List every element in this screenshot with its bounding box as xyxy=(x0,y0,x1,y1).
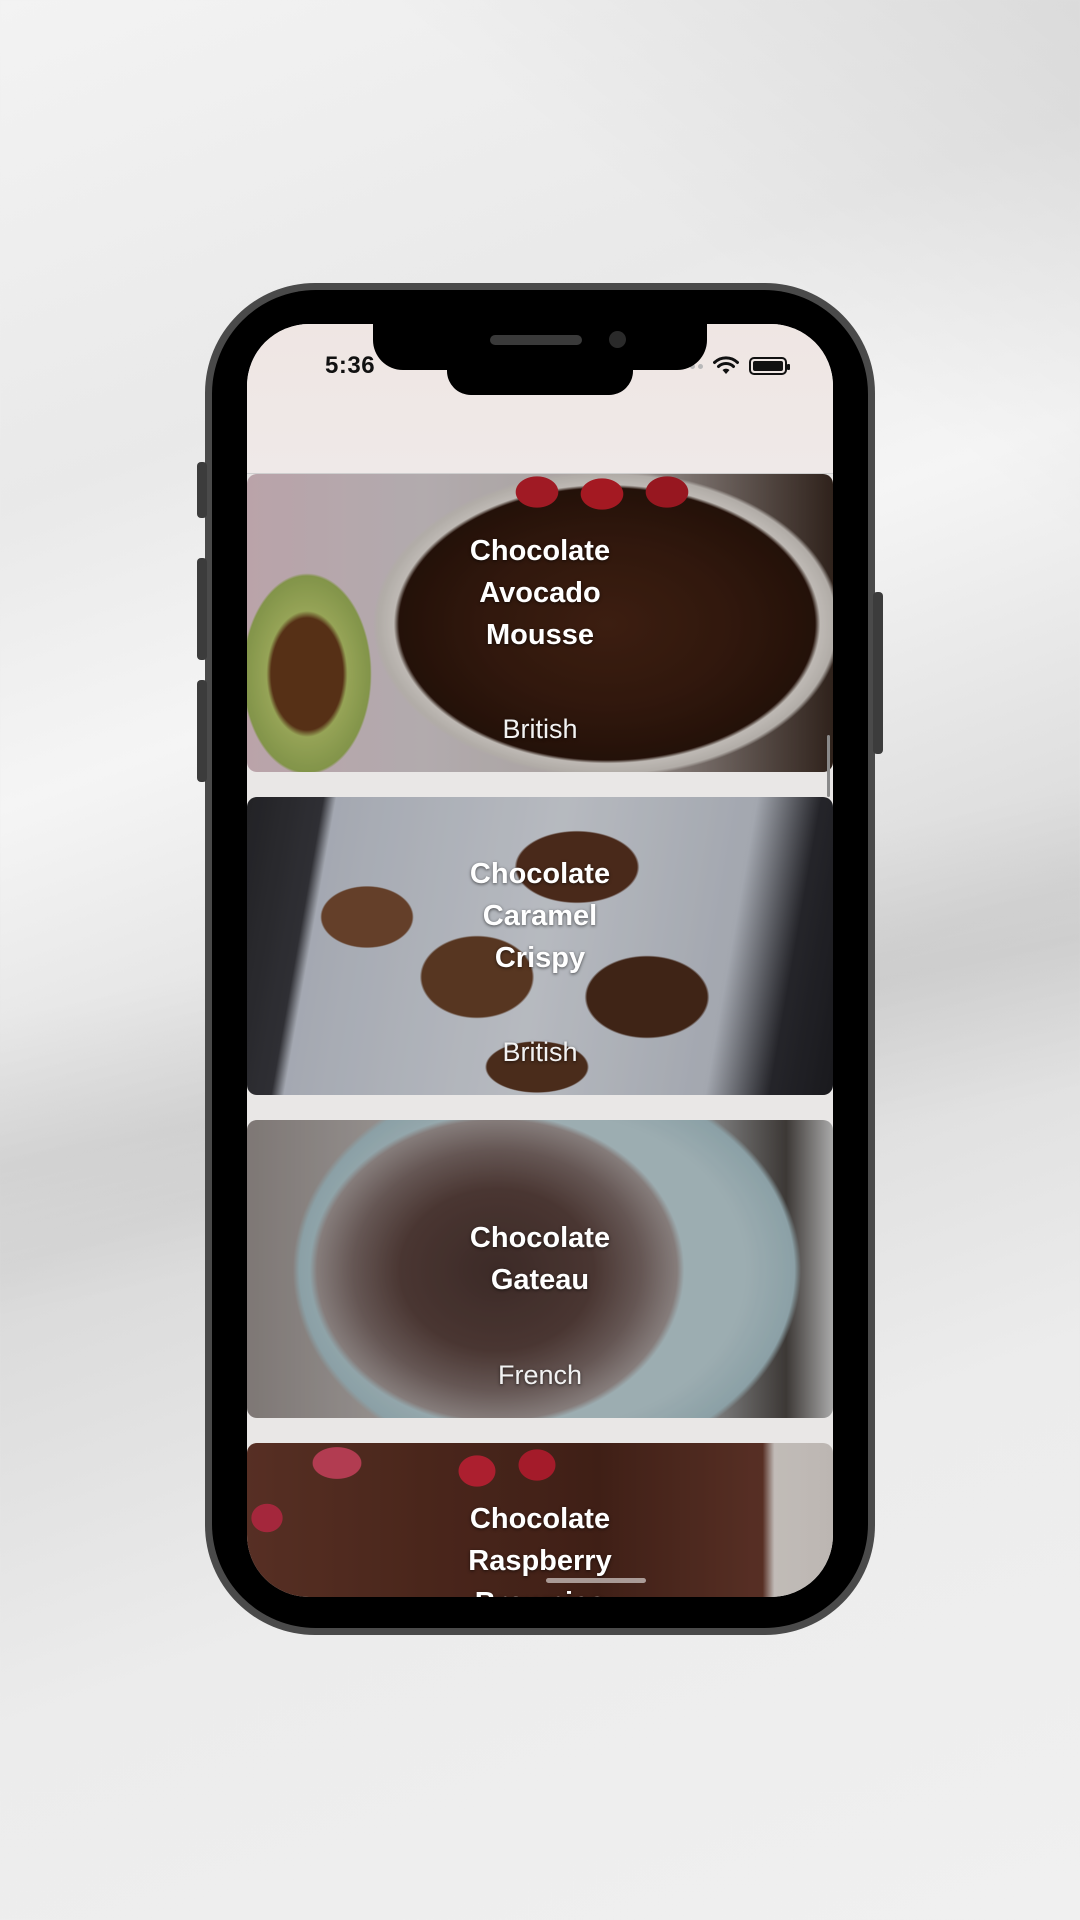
phone-screen: 5:36 Chocolate Avocado Mousse British Ch… xyxy=(247,324,833,1597)
speaker-grille xyxy=(490,335,582,345)
recipe-card[interactable]: Chocolate Avocado Mousse British xyxy=(247,474,833,772)
volume-down-button xyxy=(197,680,207,782)
recipe-title: Chocolate Raspberry Brownies xyxy=(247,1498,833,1597)
power-button xyxy=(873,592,883,754)
recipe-title: Chocolate Gateau xyxy=(247,1217,833,1301)
recipe-title-line: Mousse xyxy=(486,619,594,651)
recipe-title-line: Chocolate xyxy=(469,858,611,890)
recipe-title-line: Chocolate xyxy=(469,1503,611,1535)
recipe-title-line: Crispy xyxy=(494,942,586,974)
silent-switch xyxy=(197,462,207,518)
scroll-indicator[interactable] xyxy=(827,735,830,797)
recipe-card[interactable]: Chocolate Raspberry Brownies xyxy=(247,1443,833,1597)
recipe-card[interactable]: Chocolate Gateau French xyxy=(247,1120,833,1418)
recipe-area: British xyxy=(502,714,578,744)
recipe-title: Chocolate Caramel Crispy xyxy=(247,853,833,979)
notch-lower xyxy=(447,360,633,395)
status-time: 5:36 xyxy=(325,352,376,379)
recipe-title-line: Chocolate xyxy=(469,535,611,567)
recipe-title-line: Brownies xyxy=(247,1582,833,1597)
recipe-area: British xyxy=(502,1037,578,1067)
recipe-area: French xyxy=(497,1360,583,1390)
recipe-card[interactable]: Chocolate Caramel Crispy British xyxy=(247,797,833,1095)
recipe-title-line: Raspberry xyxy=(468,1545,612,1577)
recipe-title: Chocolate Avocado Mousse xyxy=(247,530,833,656)
home-indicator[interactable] xyxy=(546,1578,646,1583)
volume-up-button xyxy=(197,558,207,660)
recipe-title-line: Gateau xyxy=(490,1264,590,1296)
recipe-title-line: Caramel xyxy=(482,900,598,932)
wifi-icon xyxy=(713,356,739,374)
battery-icon xyxy=(749,357,790,375)
recipe-title-line: Chocolate xyxy=(469,1222,611,1254)
recipe-title-line: Avocado xyxy=(479,577,601,609)
front-camera xyxy=(609,331,626,348)
